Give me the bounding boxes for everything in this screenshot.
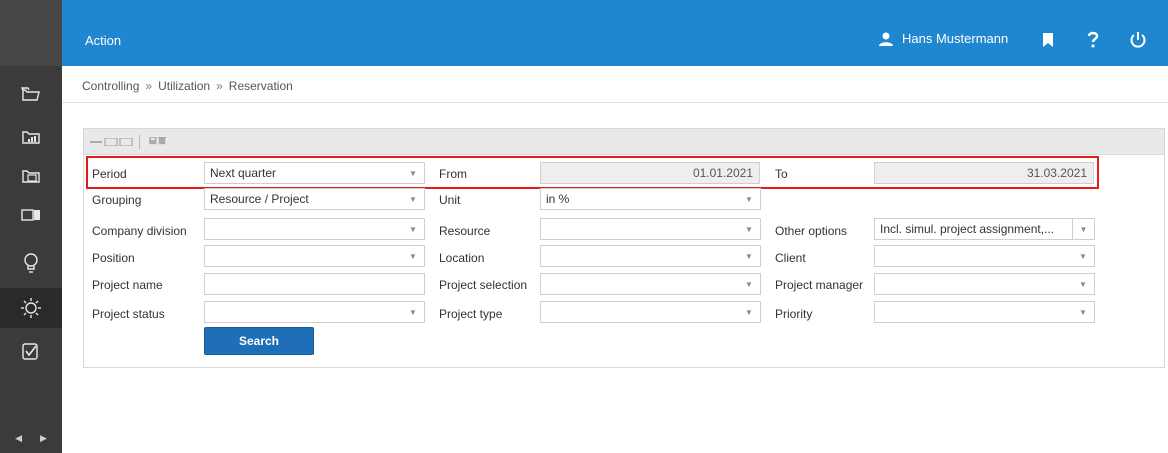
chevron-down-icon[interactable]: ▼ <box>1072 219 1094 239</box>
chevron-down-icon[interactable]: ▼ <box>1072 302 1094 322</box>
header-title: Action <box>85 33 122 48</box>
location-select[interactable]: ▼ <box>540 245 761 267</box>
other-options-value: Incl. simul. project assignment,... <box>880 222 1055 236</box>
chevron-down-icon[interactable]: ▼ <box>1072 274 1094 294</box>
arrow-left-icon[interactable]: ◀ <box>15 433 22 444</box>
project-name-label: Project name <box>92 278 163 292</box>
breadcrumb-separator: » <box>145 79 153 93</box>
user-menu[interactable]: Hans Mustermann <box>878 31 1008 46</box>
client-select[interactable]: ▼ <box>874 245 1095 267</box>
user-name: Hans Mustermann <box>902 31 1009 46</box>
chevron-down-icon[interactable]: ▼ <box>738 246 760 266</box>
calendar-folder-icon <box>22 170 40 183</box>
sidebar: ◀ ▶ <box>0 0 62 453</box>
chevron-down-icon[interactable]: ▼ <box>402 219 424 239</box>
company-division-label: Company division <box>92 224 187 238</box>
priority-select[interactable]: ▼ <box>874 301 1095 323</box>
project-name-input[interactable] <box>204 273 425 295</box>
breadcrumb-item-utilization[interactable]: Utilization <box>158 79 210 93</box>
sidebar-item-calendar-folder[interactable] <box>0 159 62 193</box>
panel-toolbar <box>84 129 1164 155</box>
breadcrumb: Controlling » Utilization » Reservation <box>82 79 293 93</box>
chevron-down-icon[interactable]: ▼ <box>738 189 760 209</box>
help-button[interactable] <box>1082 29 1104 51</box>
bookmark-icon <box>1043 33 1053 47</box>
chevron-down-icon[interactable]: ▼ <box>738 219 760 239</box>
breadcrumb-item-controlling[interactable]: Controlling <box>82 79 139 93</box>
client-label: Client <box>775 251 806 265</box>
resource-select[interactable]: ▼ <box>540 218 761 240</box>
sidebar-item-chart-folder[interactable] <box>0 120 62 154</box>
chevron-down-icon[interactable]: ▼ <box>402 302 424 322</box>
app-header: Action Hans Mustermann <box>62 0 1168 66</box>
sidebar-item-checkbox[interactable] <box>0 334 62 368</box>
grouping-select[interactable]: Resource / Project ▼ <box>204 188 425 210</box>
project-type-label: Project type <box>439 307 503 321</box>
user-icon <box>879 32 893 46</box>
bookmark-button[interactable] <box>1037 29 1059 51</box>
sidebar-item-folder[interactable] <box>0 77 62 111</box>
project-status-select[interactable]: ▼ <box>204 301 425 323</box>
checkbox-icon <box>22 343 38 360</box>
sidebar-item-lightbulb[interactable] <box>0 246 62 280</box>
sun-icon <box>21 298 41 318</box>
highlight-frame <box>86 156 1099 189</box>
lightbulb-icon <box>24 253 38 273</box>
breadcrumb-item-reservation[interactable]: Reservation <box>229 79 293 93</box>
grouping-value: Resource / Project <box>210 192 309 206</box>
search-button[interactable]: Search <box>204 327 314 355</box>
sidebar-nav-arrows: ◀ ▶ <box>0 428 62 448</box>
arrow-right-icon[interactable]: ▶ <box>40 433 47 444</box>
sidebar-item-panel-toggle[interactable] <box>0 198 62 232</box>
chevron-down-icon[interactable]: ▼ <box>738 274 760 294</box>
logout-button[interactable] <box>1127 29 1149 51</box>
chart-folder-icon <box>22 131 40 144</box>
unit-label: Unit <box>439 193 461 207</box>
unit-select[interactable]: in % ▼ <box>540 188 761 210</box>
help-icon <box>1087 31 1099 48</box>
panel-toggle-icon <box>21 209 40 221</box>
other-options-select[interactable]: Incl. simul. project assignment,... ▼ <box>874 218 1095 240</box>
sidebar-item-sun[interactable] <box>0 288 62 328</box>
chevron-down-icon[interactable]: ▼ <box>1072 246 1094 266</box>
grouping-label: Grouping <box>92 193 142 207</box>
project-selection-select[interactable]: ▼ <box>540 273 761 295</box>
chevron-down-icon[interactable]: ▼ <box>402 189 424 209</box>
folder-open-icon <box>21 87 40 101</box>
toolbar-separator <box>139 135 140 149</box>
project-selection-label: Project selection <box>439 278 528 292</box>
layout-toggle-icon[interactable] <box>90 138 134 146</box>
project-status-label: Project status <box>92 307 165 321</box>
unit-value: in % <box>546 192 570 206</box>
power-icon <box>1130 32 1146 48</box>
breadcrumb-separator: » <box>216 79 223 93</box>
chevron-down-icon[interactable]: ▼ <box>738 302 760 322</box>
company-division-select[interactable]: ▼ <box>204 218 425 240</box>
project-type-select[interactable]: ▼ <box>540 301 761 323</box>
other-options-label: Other options <box>775 224 848 238</box>
chevron-down-icon[interactable]: ▼ <box>402 246 424 266</box>
resource-label: Resource <box>439 224 491 238</box>
breadcrumb-divider <box>62 102 1168 103</box>
location-label: Location <box>439 251 485 265</box>
project-manager-select[interactable]: ▼ <box>874 273 1095 295</box>
project-manager-label: Project manager <box>775 278 864 292</box>
priority-label: Priority <box>775 307 813 321</box>
save-delete-icon[interactable] <box>147 137 169 145</box>
position-select[interactable]: ▼ <box>204 245 425 267</box>
position-label: Position <box>92 251 135 265</box>
sidebar-top-block <box>0 0 62 66</box>
